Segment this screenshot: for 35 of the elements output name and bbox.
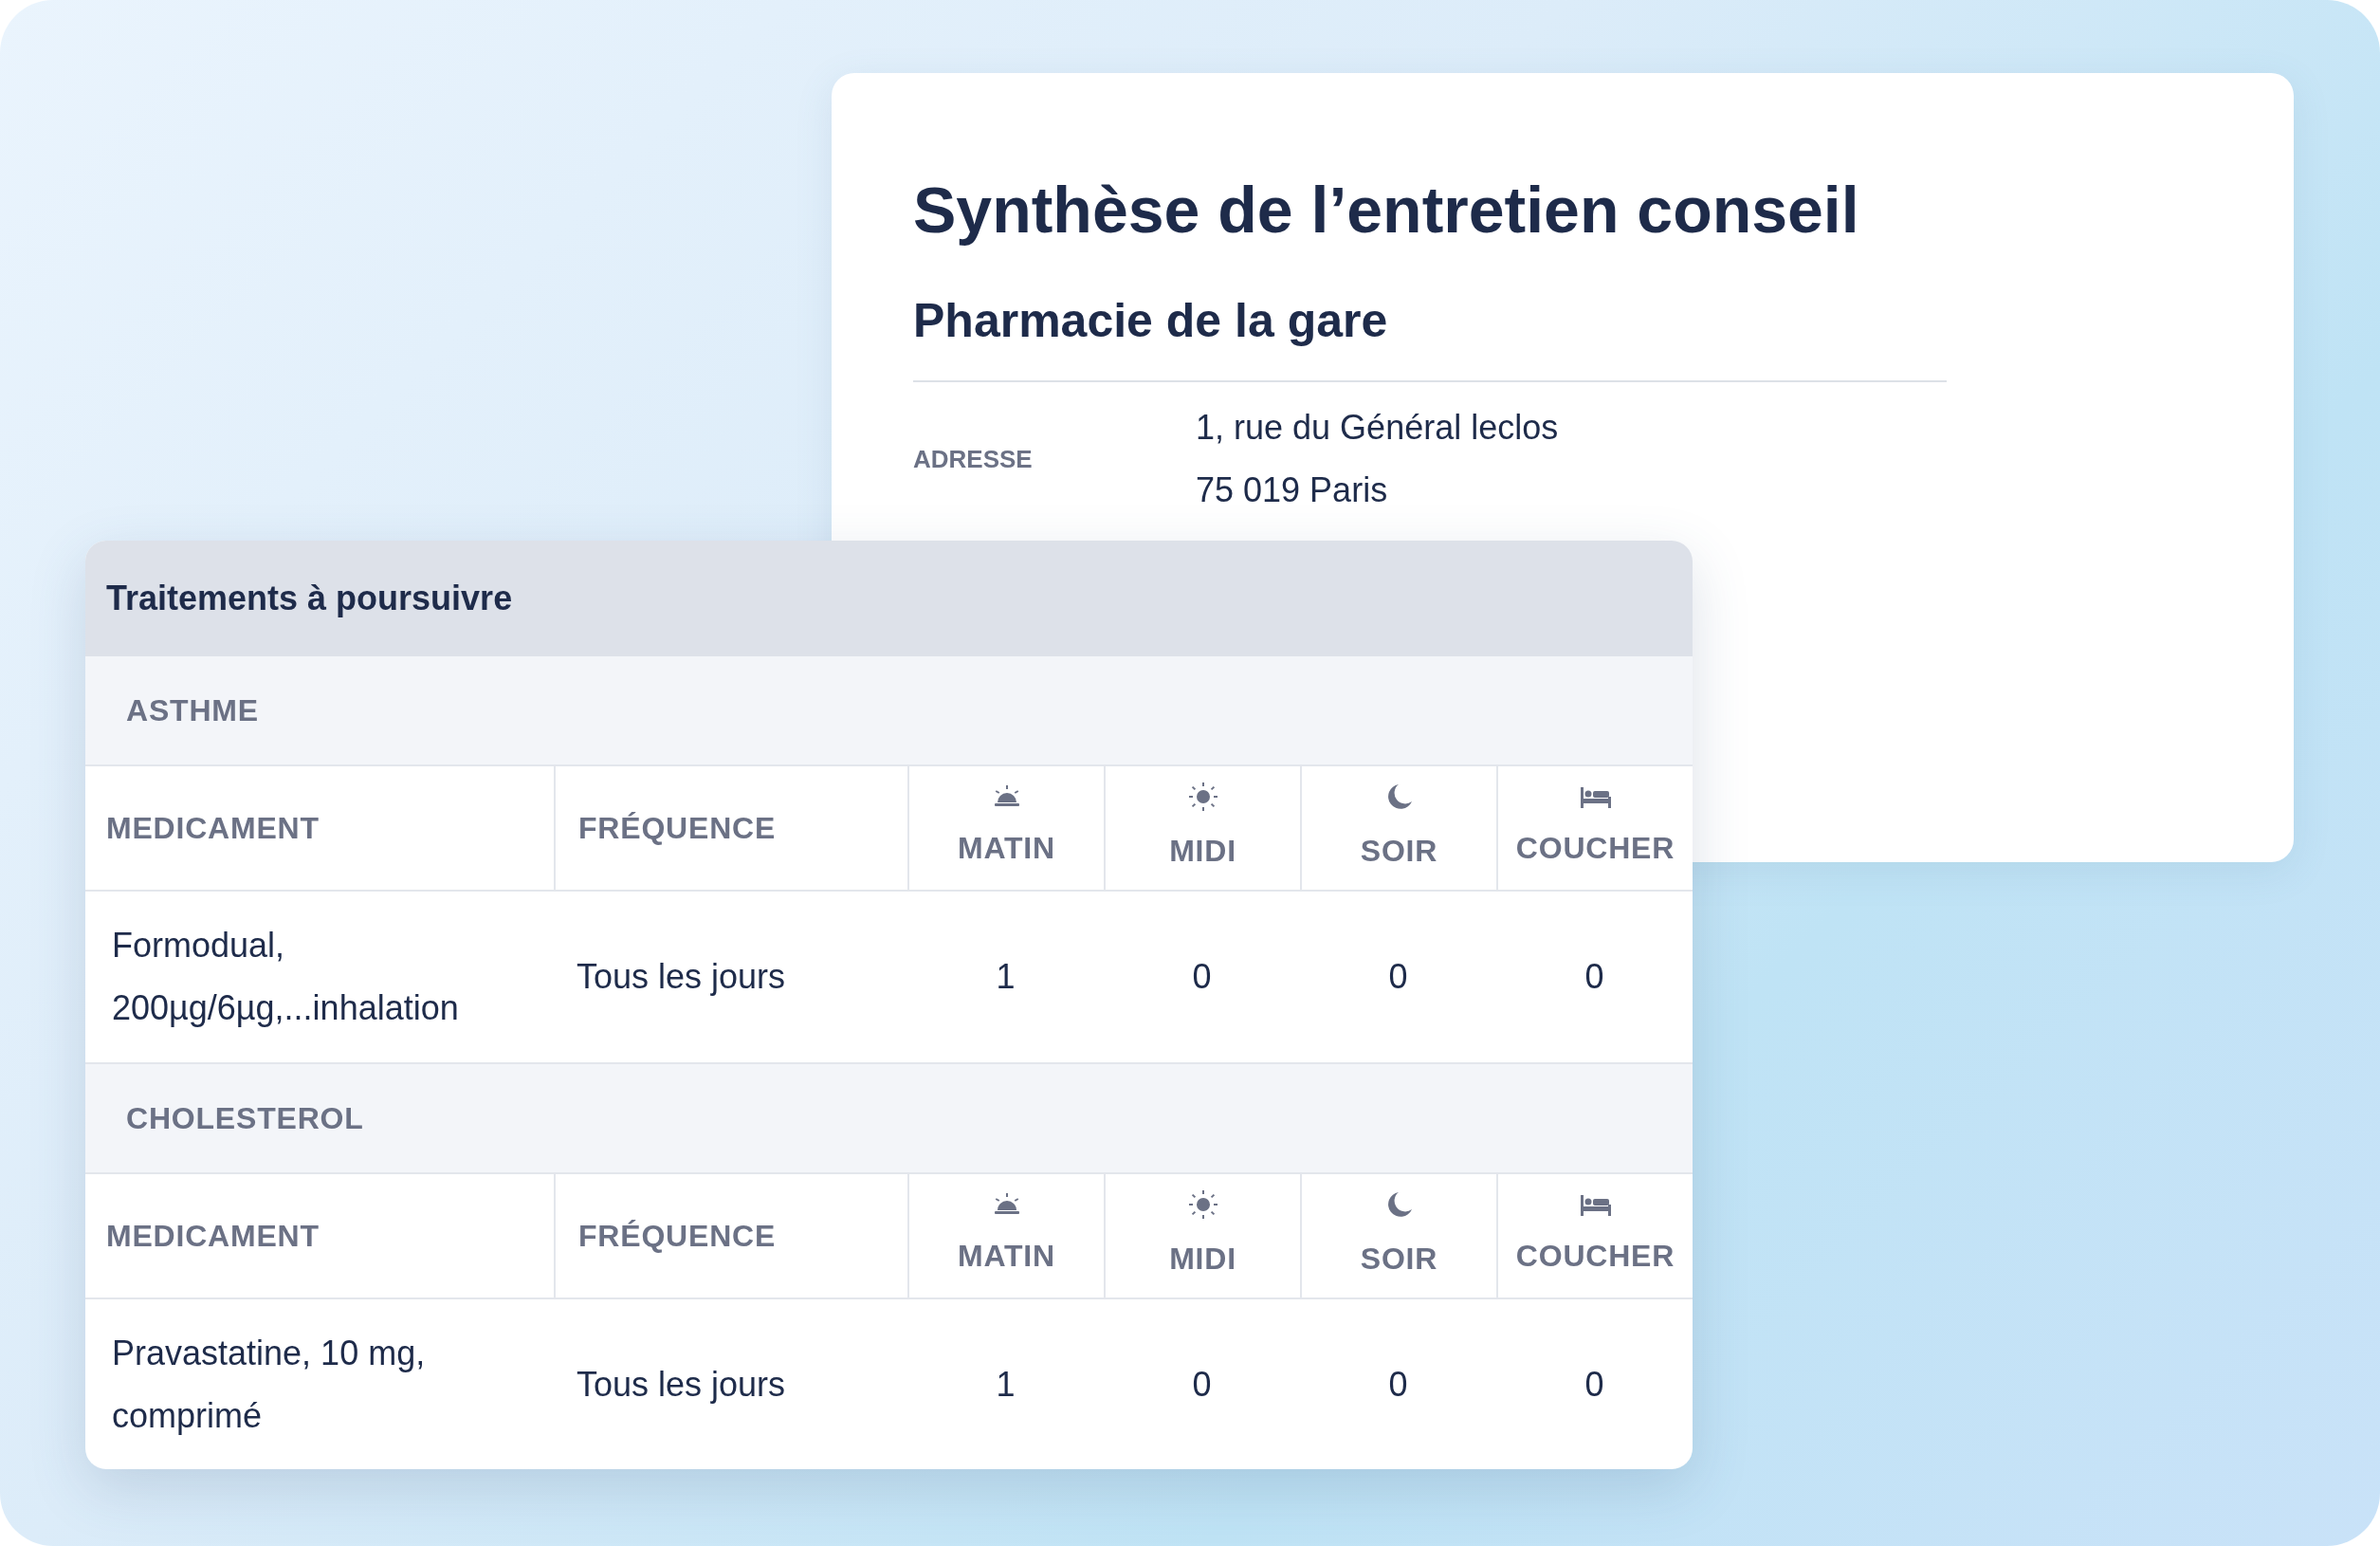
column-header: MEDICAMENT [105,1218,320,1255]
bed-icon [1579,1193,1612,1216]
column-header: FRÉQUENCE [554,766,907,890]
table-cell-text: Formodual, 200µg/6µg,...inhalation [111,925,460,1029]
group-name: CHOLESTEROL [126,1100,364,1137]
table-cell-text: Pravastatine, 10 mg, comprimé [111,1333,427,1437]
table-cell-text: Tous les jours [576,956,787,998]
table-cell-text: Tous les jours [576,1364,787,1406]
column-label: SOIR [1360,833,1438,870]
column-label: MATIN [958,1238,1055,1275]
table-cell-text: 0 [1191,956,1213,998]
bed-icon [1579,785,1612,808]
table-cell-text: 0 [1191,1364,1213,1406]
table-cell-text: 0 [1387,1364,1409,1406]
table-cell-text: 0 [1387,956,1409,998]
address-line: 75 019 Paris [1196,469,1389,511]
column-label: MIDI [1169,1241,1236,1278]
table-cell-text: 1 [995,956,1016,998]
column-header: FRÉQUENCE [554,1174,907,1298]
card-title: Traitements à poursuivre [106,578,513,619]
column-label: MIDI [1169,833,1236,870]
table-cell-text: 1 [995,1364,1016,1406]
sun-icon [1188,782,1217,811]
group-name: ASTHME [126,692,259,729]
column-label: COUCHER [1515,830,1675,867]
sun-icon [1188,1190,1217,1219]
table-cell-text: 0 [1584,956,1605,998]
address-label: ADRESSE [913,443,1034,475]
column-label: SOIR [1360,1241,1438,1278]
pharmacy-name: Pharmacie de la gare [913,297,1389,344]
column-label: MATIN [958,830,1055,867]
column-label: COUCHER [1515,1238,1675,1275]
table-cell-text: 0 [1584,1364,1605,1406]
column-header: MEDICAMENT [105,810,320,847]
address-line: 1, rue du Général leclos [1196,407,1559,449]
